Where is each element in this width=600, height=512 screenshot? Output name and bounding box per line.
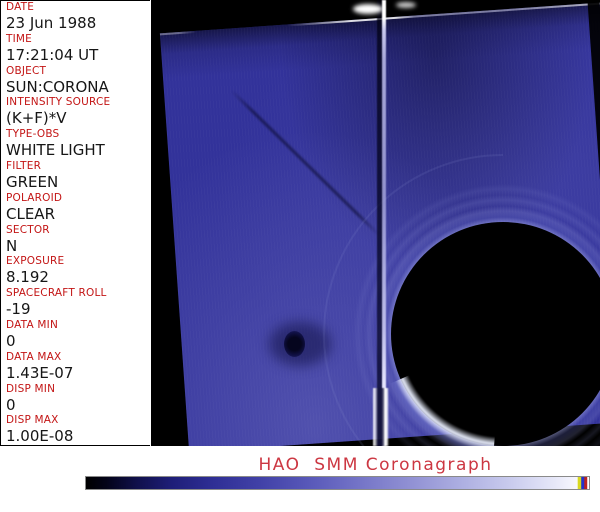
field-value: CLEAR xyxy=(6,204,55,223)
metadata-field-date: DATE 23 Jun 1988 xyxy=(1,1,150,33)
field-value: (K+F)*V xyxy=(6,109,67,128)
field-value: SUN:CORONA xyxy=(6,77,109,96)
field-label: TIME xyxy=(6,32,33,45)
field-label: SECTOR xyxy=(6,223,50,236)
image-title: HAO SMM Coronagraph xyxy=(258,455,493,475)
field-label: OBJECT xyxy=(6,64,47,77)
metadata-field-intensity-source: INTENSITY SOURCE (K+F)*V xyxy=(1,96,150,128)
metadata-field-exposure: EXPOSURE 8.192 xyxy=(1,255,150,287)
metadata-field-polaroid: POLAROID CLEAR xyxy=(1,192,150,224)
field-label: SPACECRAFT ROLL xyxy=(6,287,107,300)
field-label: DISP MIN xyxy=(6,382,56,395)
field-value: -19 xyxy=(6,300,31,319)
metadata-field-data-min: DATA MIN 0 xyxy=(1,319,150,351)
field-label: EXPOSURE xyxy=(6,255,65,268)
coronagraph-viewer-window: { "sidebar": { "label_color": "#c31515",… xyxy=(0,0,600,512)
field-value: WHITE LIGHT xyxy=(6,141,105,160)
field-label: INTENSITY SOURCE xyxy=(6,96,111,109)
field-label: DATA MAX xyxy=(6,350,62,363)
metadata-field-data-max: DATA MAX 1.43E-07 xyxy=(1,351,150,383)
metadata-sidebar: DATE 23 Jun 1988 TIME 17:21:04 UT OBJECT SUN:… xyxy=(0,0,150,446)
field-label: DATA MIN xyxy=(6,318,58,331)
field-value: 1.43E-07 xyxy=(6,363,74,382)
metadata-field-object: OBJECT SUN:CORONA xyxy=(1,65,150,97)
field-value: 23 Jun 1988 xyxy=(6,14,97,32)
metadata-field-filter: FILTER GREEN xyxy=(1,160,150,192)
metadata-field-sector: SECTOR N xyxy=(1,224,150,256)
field-value: 0 xyxy=(6,331,16,350)
field-value: 17:21:04 UT xyxy=(6,45,99,64)
field-value: 1.00E-08 xyxy=(6,427,74,446)
field-label: DISP MAX xyxy=(6,414,59,427)
metadata-field-time: TIME 17:21:04 UT xyxy=(1,33,150,65)
field-label: POLAROID xyxy=(6,191,63,204)
field-label: FILTER xyxy=(6,159,42,172)
field-label: DATE xyxy=(6,1,35,13)
field-value: 8.192 xyxy=(6,268,49,287)
overlay-polygon-svg xyxy=(151,0,600,446)
coronagraph-image-area xyxy=(151,0,600,446)
metadata-field-disp-min: DISP MIN 0 xyxy=(1,383,150,415)
field-value: GREEN xyxy=(6,172,59,191)
field-value: N xyxy=(6,236,18,255)
metadata-field-spacecraft-roll: SPACECRAFT ROLL -19 xyxy=(1,287,150,319)
intensity-colorbar xyxy=(85,476,590,490)
metadata-field-disp-max: DISP MAX 1.00E-08 xyxy=(1,414,150,446)
field-label: TYPE-OBS xyxy=(6,128,60,141)
metadata-field-type-obs: TYPE-OBS WHITE LIGHT xyxy=(1,128,150,160)
field-value: 0 xyxy=(6,395,16,414)
